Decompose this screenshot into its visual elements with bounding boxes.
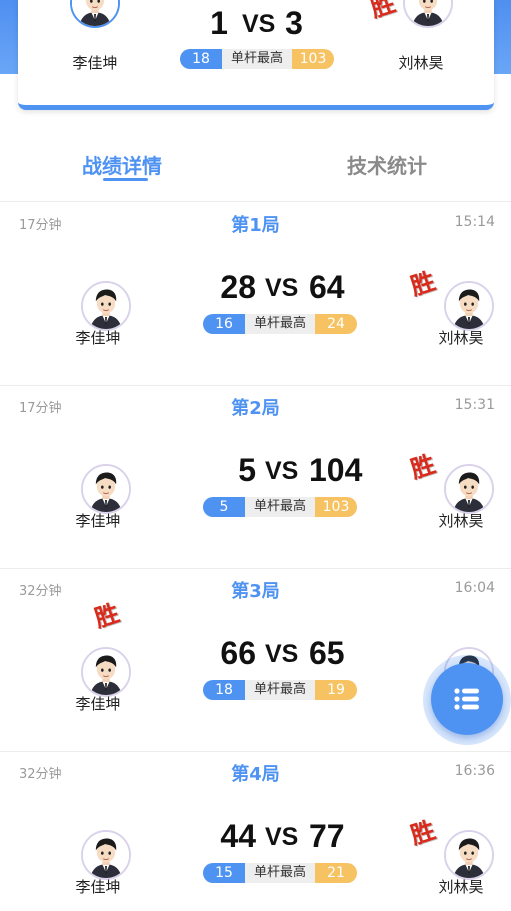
game-player-right-name: 刘林昊 — [438, 878, 484, 896]
game-score-right: 104 — [309, 452, 363, 488]
game-score-left: 5 — [238, 452, 256, 488]
game-time: 16:36 — [454, 763, 495, 779]
game-player-left-name: 李佳坤 — [75, 512, 121, 530]
match-score-right: 3 — [285, 5, 303, 41]
player-right-avatar[interactable] — [403, 0, 453, 28]
game-player-left-name: 李佳坤 — [75, 695, 121, 713]
game-break-left: 5 — [203, 497, 245, 517]
header-background-left — [0, 0, 18, 74]
tab-match-details[interactable]: 战绩详情 — [82, 150, 162, 179]
game-duration: 17分钟 — [19, 401, 62, 416]
match-summary-card: 李佳坤 1 VS 3 18 单杆最高 103 胜 刘林昊 — [18, 0, 494, 110]
match-score-left: 1 — [210, 5, 228, 41]
game-score-left: 28 — [220, 269, 256, 305]
game-title: 第1局 — [231, 215, 280, 236]
game-break-left: 16 — [203, 314, 245, 334]
game-player-left-avatar[interactable] — [81, 830, 131, 880]
match-vs-label: VS — [242, 10, 276, 38]
game-win-stamp: 胜 — [406, 814, 439, 850]
game-score-left: 44 — [220, 818, 256, 854]
game-title: 第4局 — [231, 764, 280, 785]
game-score-right: 77 — [309, 818, 345, 854]
game-duration: 17分钟 — [19, 218, 62, 233]
floating-menu-button[interactable] — [423, 655, 511, 745]
game-highest-break-bar: 5 单杆最高 103 — [203, 497, 357, 517]
game-time: 16:04 — [454, 580, 495, 596]
header-background-right — [493, 0, 511, 74]
game-player-right-avatar[interactable] — [444, 830, 494, 880]
match-win-stamp: 胜 — [366, 0, 399, 23]
game-win-stamp: 胜 — [406, 265, 439, 301]
game-title: 第2局 — [231, 398, 280, 419]
game-block[interactable]: 17分钟 第1局 15:14 李佳坤 28 VS 64 16 单杆最高 24 胜 — [0, 202, 511, 385]
game-highest-break-bar: 16 单杆最高 24 — [203, 314, 357, 334]
game-highest-break-bar: 15 单杆最高 21 — [203, 863, 357, 883]
game-vs-label: VS — [265, 640, 299, 668]
game-break-label: 单杆最高 — [245, 680, 315, 700]
menu-list-icon — [454, 688, 479, 710]
player-left-avatar[interactable] — [70, 0, 120, 28]
game-break-right: 24 — [315, 314, 357, 334]
game-break-left: 15 — [203, 863, 245, 883]
game-player-right-name: 刘林昊 — [438, 512, 484, 530]
game-break-left: 18 — [203, 680, 245, 700]
game-break-right: 21 — [315, 863, 357, 883]
game-win-stamp: 胜 — [90, 597, 123, 633]
game-player-right-name: 刘林昊 — [438, 329, 484, 347]
game-player-left-name: 李佳坤 — [75, 329, 121, 347]
game-player-left-avatar[interactable] — [81, 281, 131, 331]
match-highest-break-bar: 18 单杆最高 103 — [180, 49, 334, 69]
player-left-name: 李佳坤 — [72, 54, 118, 72]
tab-technical-stats[interactable]: 技术统计 — [347, 150, 427, 179]
game-break-label: 单杆最高 — [245, 863, 315, 883]
game-break-right: 19 — [315, 680, 357, 700]
game-vs-label: VS — [265, 457, 299, 485]
game-score-right: 65 — [309, 635, 345, 671]
game-vs-label: VS — [265, 274, 299, 302]
game-highest-break-bar: 18 单杆最高 19 — [203, 680, 357, 700]
game-block[interactable]: 32分钟 第4局 16:36 李佳坤 44 VS 77 15 单杆最高 21 胜 — [0, 751, 511, 911]
game-title: 第3局 — [231, 581, 280, 602]
game-time: 15:14 — [454, 214, 495, 230]
game-duration: 32分钟 — [19, 584, 62, 599]
game-win-stamp: 胜 — [406, 448, 439, 484]
game-duration: 32分钟 — [19, 767, 62, 782]
game-block[interactable]: 17分钟 第2局 15:31 李佳坤 5 VS 104 5 单杆最高 103 胜 — [0, 385, 511, 568]
player-right-name: 刘林昊 — [398, 54, 444, 72]
game-break-right: 103 — [315, 497, 357, 517]
game-score-left: 66 — [220, 635, 256, 671]
game-player-right-avatar[interactable] — [444, 464, 494, 514]
floating-menu-button-core[interactable] — [431, 663, 503, 735]
game-player-left-avatar[interactable] — [81, 647, 131, 697]
highest-break-left: 18 — [180, 49, 222, 69]
game-break-label: 单杆最高 — [245, 497, 315, 517]
active-tab-indicator — [103, 178, 148, 181]
highest-break-right: 103 — [292, 49, 334, 69]
highest-break-label: 单杆最高 — [222, 49, 292, 69]
game-score-right: 64 — [309, 269, 345, 305]
game-player-left-name: 李佳坤 — [75, 878, 121, 896]
game-break-label: 单杆最高 — [245, 314, 315, 334]
game-time: 15:31 — [454, 397, 495, 413]
game-player-left-avatar[interactable] — [81, 464, 131, 514]
game-player-right-avatar[interactable] — [444, 281, 494, 331]
game-vs-label: VS — [265, 823, 299, 851]
